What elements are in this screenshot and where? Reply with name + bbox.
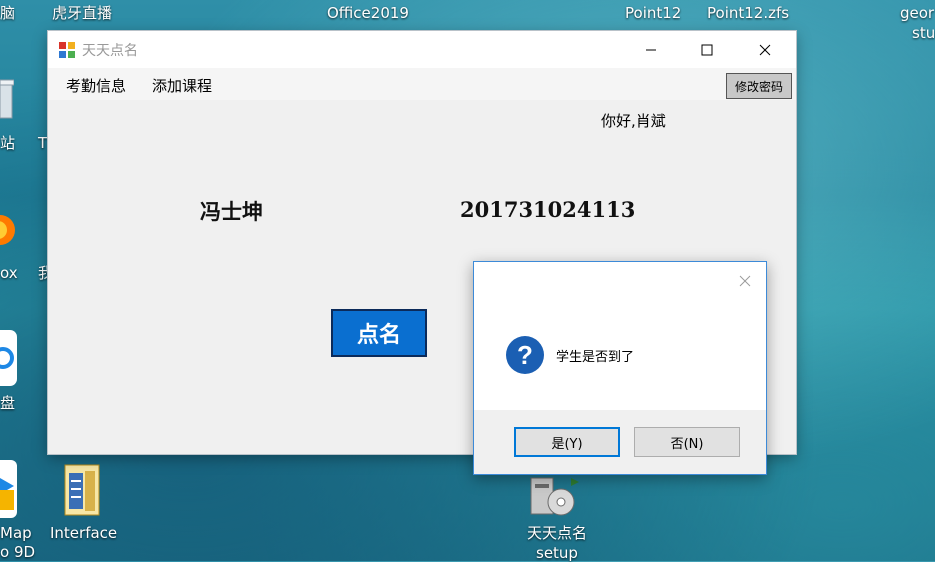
title-bar[interactable]: 天天点名 (48, 31, 796, 68)
netdisk-icon[interactable] (0, 330, 18, 386)
question-icon: ? (506, 336, 544, 374)
dialog-message: 学生是否到了 (556, 350, 635, 365)
setup-installer-icon[interactable] (527, 472, 587, 518)
desktop-label-partial-computer[interactable]: 脑 (0, 4, 15, 22)
menu-attendance-info[interactable]: 考勤信息 (66, 75, 126, 96)
desktop-label-setup-line2: setup (536, 544, 578, 562)
dialog-close-button[interactable] (736, 272, 754, 290)
minimize-button[interactable] (628, 31, 674, 68)
desktop-label-partial-ox[interactable]: ox (0, 264, 18, 282)
desktop-label-geo-partial[interactable]: geor (900, 4, 934, 22)
menu-add-course[interactable]: 添加课程 (152, 75, 212, 96)
desktop-label-partial-pan[interactable]: 盘 (0, 394, 15, 412)
recycle-bin-icon[interactable] (0, 78, 15, 122)
desktop-label-partial-map[interactable]: Map (0, 524, 32, 542)
minimize-icon (646, 49, 656, 50)
desktop-label-office[interactable]: Office2019 (327, 4, 409, 22)
close-button[interactable] (742, 31, 788, 68)
yes-button[interactable]: 是(Y) (514, 427, 620, 457)
rollcall-button[interactable]: 点名 (331, 309, 427, 357)
desktop-label-interface[interactable]: Interface (50, 524, 117, 542)
no-button[interactable]: 否(N) (634, 427, 740, 457)
desktop-label-point12[interactable]: Point12 (625, 4, 681, 22)
confirm-dialog: ? 学生是否到了 是(Y) 否(N) (473, 261, 767, 475)
app-icon[interactable] (59, 42, 75, 58)
desktop-label-partial-t[interactable]: T (38, 134, 47, 152)
window-title: 天天点名 (82, 43, 138, 59)
desktop-label-huya[interactable]: 虎牙直播 (52, 4, 112, 22)
desktop: { "desktop": { "labels": { "top_left_par… (0, 0, 935, 562)
desktop-label-point12-zfs[interactable]: Point12.zfs (707, 4, 789, 22)
maximize-button[interactable] (684, 31, 730, 68)
menu-bar: 考勤信息 添加课程 (48, 68, 796, 100)
interface-file-icon[interactable] (61, 463, 103, 517)
desktop-label-partial-station[interactable]: 站 (0, 134, 15, 152)
desktop-label-partial-9d: o 9D (0, 543, 36, 561)
student-name: 冯士坤 (200, 199, 263, 224)
desktop-label-geo-partial-2: stu (912, 24, 935, 42)
change-password-button[interactable]: 修改密码 (726, 73, 792, 99)
student-id: 201731024113 (460, 197, 636, 222)
maximize-icon (701, 44, 713, 55)
dialog-button-bar: 是(Y) 否(N) (474, 410, 766, 474)
firefox-icon[interactable] (0, 206, 16, 252)
close-icon (759, 44, 771, 55)
greeting-text: 你好,肖斌 (601, 112, 666, 130)
desktop-label-setup-line1[interactable]: 天天点名 (527, 524, 587, 542)
close-icon (739, 275, 751, 287)
map-app-icon[interactable] (0, 460, 18, 518)
